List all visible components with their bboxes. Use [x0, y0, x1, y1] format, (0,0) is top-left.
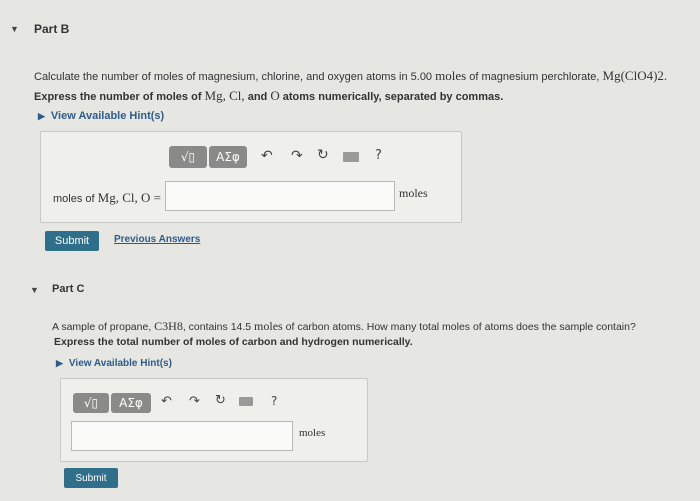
- sqrt-icon: √▯: [83, 396, 99, 410]
- part-c-hint-link[interactable]: ▶ View Available Hint(s): [56, 358, 172, 369]
- part-b-question: Calculate the number of moles of magnesi…: [34, 68, 668, 83]
- reset-icon[interactable]: ↻: [317, 147, 329, 163]
- collapse-triangle-icon[interactable]: ▼: [30, 285, 39, 295]
- part-c-question: A sample of propane, C3H8, contains 14.5…: [52, 319, 636, 333]
- part-c-instructions: Express the total number of moles of car…: [54, 336, 413, 348]
- expand-arrow-icon: ▶: [38, 111, 45, 121]
- redo-icon[interactable]: ↷: [189, 394, 200, 409]
- part-b-answer-panel: √▯ ΑΣφ ↶ ↷ ↻ ? moles of Mg, Cl, O = mole…: [40, 131, 462, 223]
- greek-symbols-button[interactable]: ΑΣφ: [209, 146, 247, 168]
- part-c-answer-input[interactable]: [71, 421, 293, 451]
- part-c-answer-panel: √▯ ΑΣφ ↶ ↷ ↻ ? moles: [60, 378, 368, 462]
- previous-answers-link[interactable]: Previous Answers: [114, 234, 200, 245]
- answer-label: moles of Mg, Cl, O =: [53, 190, 161, 205]
- templates-button[interactable]: √▯: [73, 393, 109, 413]
- part-b-answer-input[interactable]: [165, 181, 395, 211]
- help-button[interactable]: ?: [271, 394, 277, 408]
- part-c-title: Part C: [52, 283, 85, 295]
- collapse-triangle-icon[interactable]: ▼: [10, 24, 19, 34]
- part-c-submit-button[interactable]: Submit: [64, 468, 118, 488]
- answer-unit-label: moles: [399, 186, 428, 200]
- part-b-title: Part B: [34, 22, 70, 36]
- expand-arrow-icon: ▶: [56, 358, 63, 368]
- greek-symbols-button[interactable]: ΑΣφ: [111, 393, 151, 413]
- undo-icon[interactable]: ↶: [161, 394, 172, 409]
- redo-icon[interactable]: ↷: [291, 148, 303, 164]
- sqrt-icon: √▯: [180, 150, 196, 164]
- keyboard-icon[interactable]: [239, 397, 253, 406]
- answer-unit-label: moles: [299, 427, 326, 439]
- help-button[interactable]: ?: [375, 148, 382, 163]
- reset-icon[interactable]: ↻: [215, 393, 226, 408]
- templates-button[interactable]: √▯: [169, 146, 207, 168]
- part-b-hint-link[interactable]: ▶ View Available Hint(s): [38, 110, 164, 122]
- keyboard-icon[interactable]: [343, 152, 359, 162]
- part-b-instructions: Express the number of moles of Mg, Cl, a…: [34, 88, 504, 103]
- undo-icon[interactable]: ↶: [261, 148, 273, 164]
- part-b-submit-button[interactable]: Submit: [45, 231, 99, 251]
